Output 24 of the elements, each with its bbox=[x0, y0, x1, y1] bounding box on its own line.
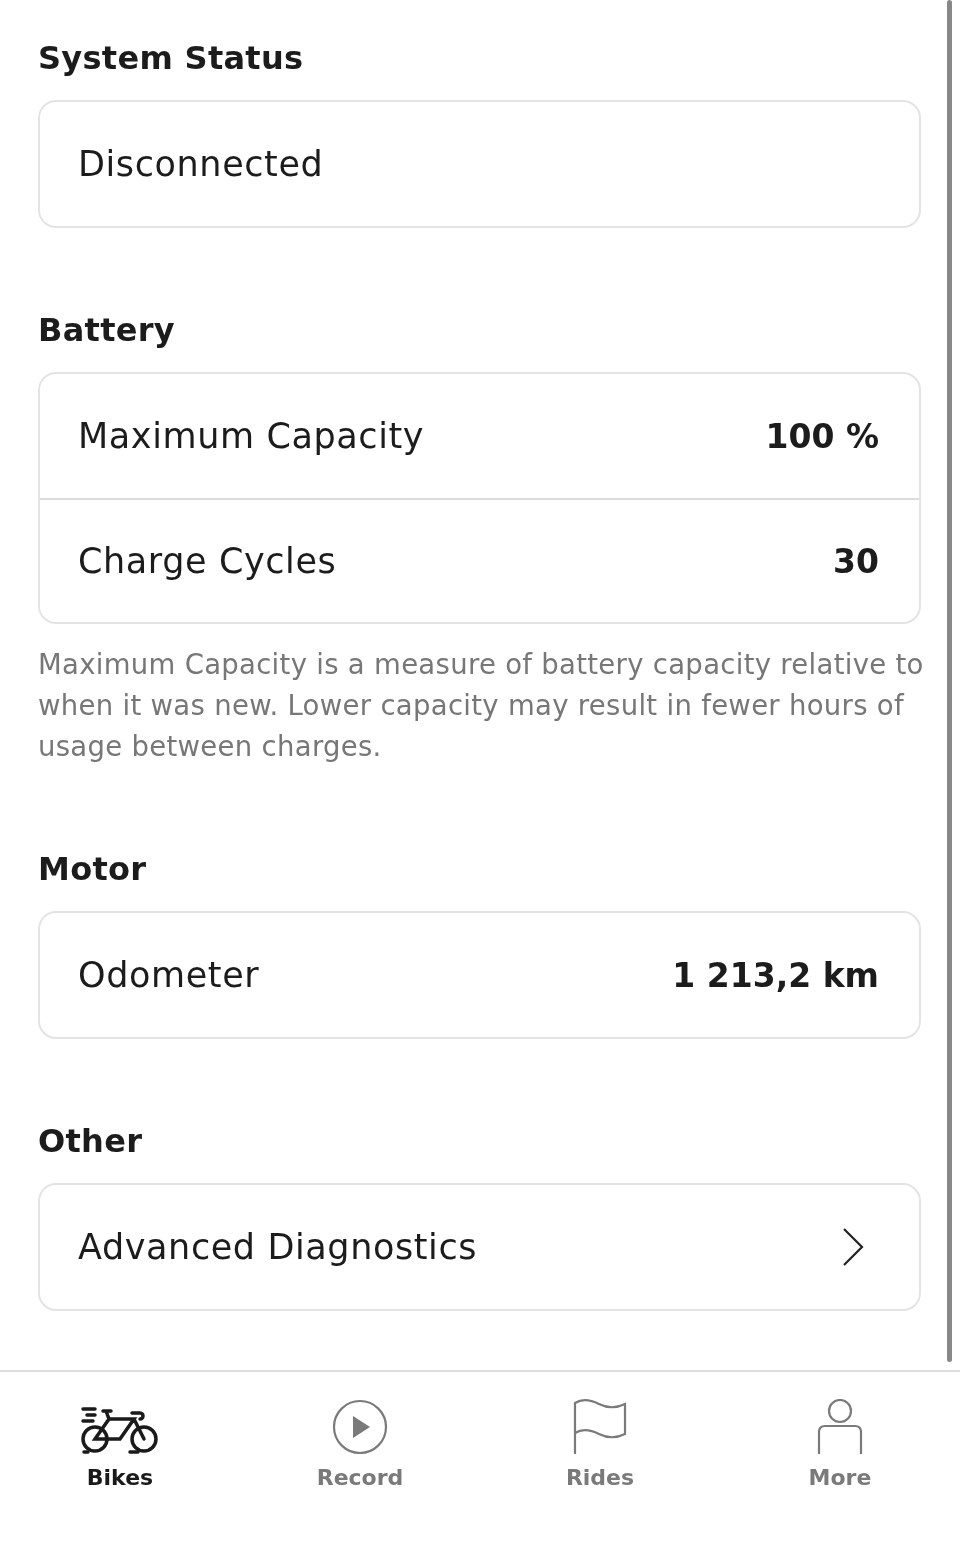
status-text: Disconnected bbox=[78, 144, 324, 184]
battery-note: Maximum Capacity is a measure of battery capacity relative to when it was new. Lower capacity may result in fewer hours of usage between charges. bbox=[38, 647, 925, 764]
row-value: 1 213,2 km bbox=[672, 955, 879, 995]
tab-bar-item[interactable]: Bikes bbox=[0, 1390, 240, 1490]
chevron-right-icon bbox=[841, 1227, 865, 1267]
play-icon bbox=[332, 1399, 388, 1455]
scrollbar[interactable] bbox=[947, 0, 952, 1362]
row-label: Charge Cycles bbox=[78, 541, 337, 581]
tab-bar-item[interactable]: Record bbox=[240, 1390, 480, 1490]
row-label: Maximum Capacity bbox=[78, 416, 425, 456]
section-heading: System Status bbox=[38, 38, 305, 79]
person-icon bbox=[817, 1399, 863, 1455]
section-heading: Battery bbox=[38, 310, 177, 351]
tab-bar-item[interactable]: Rides bbox=[480, 1390, 720, 1490]
navigation-row[interactable]: Advanced Diagnostics bbox=[40, 1185, 919, 1309]
tab-bar-item[interactable]: More bbox=[720, 1390, 960, 1490]
row-value: 100 % bbox=[765, 416, 879, 456]
bicycle-icon bbox=[81, 1405, 159, 1455]
section-heading: Motor bbox=[38, 849, 148, 890]
flag-icon bbox=[573, 1399, 627, 1455]
row-label: Odometer bbox=[78, 955, 260, 995]
row-label: Advanced Diagnostics bbox=[78, 1227, 478, 1267]
section-heading: Other bbox=[38, 1121, 144, 1162]
row-value: 30 bbox=[833, 541, 879, 581]
